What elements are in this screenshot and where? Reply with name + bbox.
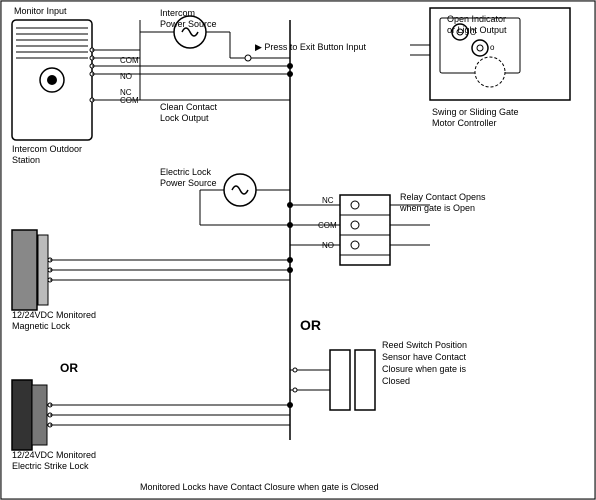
- svg-text:NO: NO: [322, 241, 334, 250]
- svg-text:Station: Station: [12, 155, 40, 165]
- svg-text:Electric Strike Lock: Electric Strike Lock: [12, 461, 89, 471]
- svg-text:Lock Output: Lock Output: [160, 113, 209, 123]
- svg-text:NC: NC: [322, 196, 334, 205]
- svg-text:Electric Lock: Electric Lock: [160, 167, 212, 177]
- svg-text:COM: COM: [120, 56, 139, 65]
- monitor-input-label: Monitor Input: [14, 6, 67, 16]
- svg-text:Power Source: Power Source: [160, 178, 217, 188]
- svg-text:12/24VDC Monitored: 12/24VDC Monitored: [12, 310, 96, 320]
- svg-text:12/24VDC Monitored: 12/24VDC Monitored: [12, 450, 96, 460]
- svg-text:Intercom Outdoor: Intercom Outdoor: [12, 144, 82, 154]
- svg-text:when gate is Open: when gate is Open: [399, 203, 475, 213]
- svg-text:▶ Press to Exit Button Input: ▶ Press to Exit Button Input: [255, 42, 366, 52]
- svg-text:NO: NO: [120, 72, 132, 81]
- wiring-diagram: Monitor Input COM NO NC COM: [0, 0, 596, 500]
- svg-text:o: o: [490, 43, 495, 52]
- svg-text:Monitored Locks have Contact C: Monitored Locks have Contact Closure whe…: [140, 482, 379, 492]
- svg-text:Magnetic Lock: Magnetic Lock: [12, 321, 71, 331]
- svg-text:Clean Contact: Clean Contact: [160, 102, 218, 112]
- svg-text:Power Source: Power Source: [160, 19, 217, 29]
- svg-text:Motor Controller: Motor Controller: [432, 118, 497, 128]
- svg-text:Open Indicator: Open Indicator: [447, 14, 506, 24]
- svg-text:COM: COM: [318, 221, 337, 230]
- svg-text:Relay Contact Opens: Relay Contact Opens: [400, 192, 486, 202]
- svg-text:Intercom: Intercom: [160, 8, 195, 18]
- svg-text:COM: COM: [120, 96, 139, 105]
- svg-text:Closed: Closed: [382, 376, 410, 386]
- svg-text:or Light Output: or Light Output: [447, 25, 507, 35]
- svg-text:Closure when gate is: Closure when gate is: [382, 364, 467, 374]
- svg-text:OR: OR: [60, 361, 78, 375]
- svg-text:Reed Switch Position: Reed Switch Position: [382, 340, 467, 350]
- svg-text:Sensor have Contact: Sensor have Contact: [382, 352, 467, 362]
- svg-text:OR: OR: [300, 317, 321, 333]
- svg-text:Swing or Sliding Gate: Swing or Sliding Gate: [432, 107, 519, 117]
